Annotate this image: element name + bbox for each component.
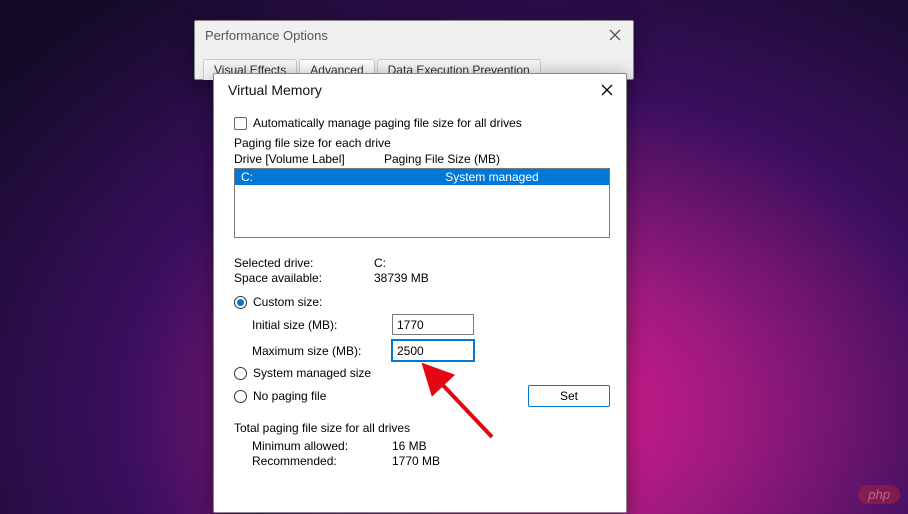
drive-row[interactable]: C: System managed (235, 169, 609, 185)
recommended-value: 1770 MB (392, 454, 440, 468)
perf-title: Performance Options (205, 28, 328, 43)
drive-row-size: System managed (381, 170, 603, 184)
no-paging-label: No paging file (253, 389, 326, 403)
no-paging-radio[interactable] (234, 390, 247, 403)
system-managed-label: System managed size (253, 366, 371, 380)
drive-list[interactable]: C: System managed (234, 168, 610, 238)
selected-drive-label: Selected drive: (234, 256, 374, 270)
drive-header-left: Drive [Volume Label] (234, 152, 384, 166)
recommended-label: Recommended: (252, 454, 392, 468)
space-available-value: 38739 MB (374, 271, 429, 285)
close-icon[interactable] (600, 83, 614, 97)
minimum-allowed-value: 16 MB (392, 439, 427, 453)
virtual-memory-dialog: Virtual Memory Automatically manage pagi… (213, 73, 627, 513)
system-managed-radio[interactable] (234, 367, 247, 380)
paging-group-label: Paging file size for each drive (234, 136, 610, 150)
close-icon[interactable] (607, 27, 623, 43)
drive-header-right: Paging File Size (MB) (384, 152, 500, 166)
maximum-size-label: Maximum size (MB): (252, 344, 392, 358)
performance-options-window: Performance Options Visual Effects Advan… (194, 20, 634, 80)
auto-manage-checkbox[interactable] (234, 117, 247, 130)
drive-row-label: C: (241, 170, 381, 184)
minimum-allowed-label: Minimum allowed: (252, 439, 392, 453)
dialog-title: Virtual Memory (228, 82, 322, 98)
custom-size-radio[interactable] (234, 296, 247, 309)
initial-size-input[interactable] (392, 314, 474, 335)
auto-manage-label: Automatically manage paging file size fo… (253, 116, 522, 130)
maximum-size-input[interactable] (392, 340, 474, 361)
selected-drive-value: C: (374, 256, 386, 270)
custom-size-label: Custom size: (253, 295, 322, 309)
watermark: php (858, 485, 900, 504)
total-paging-label: Total paging file size for all drives (234, 421, 610, 435)
space-available-label: Space available: (234, 271, 374, 285)
set-button[interactable]: Set (528, 385, 610, 407)
initial-size-label: Initial size (MB): (252, 318, 392, 332)
